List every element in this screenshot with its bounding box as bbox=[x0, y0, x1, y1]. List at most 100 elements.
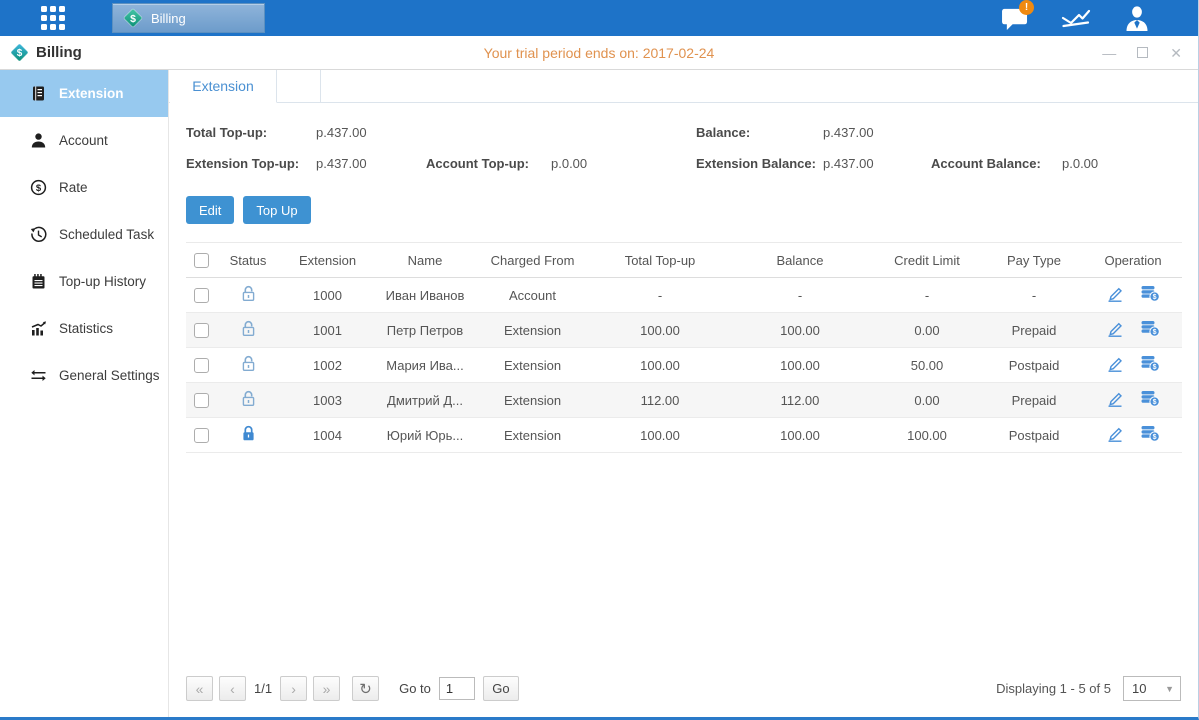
lock-open-icon bbox=[241, 285, 256, 302]
row-checkbox[interactable] bbox=[194, 323, 209, 338]
page-size-select[interactable]: 10 ▼ bbox=[1123, 676, 1181, 701]
user-account-icon[interactable] bbox=[1120, 4, 1154, 32]
cell-balance: 100.00 bbox=[730, 418, 870, 453]
svg-text:$: $ bbox=[130, 14, 136, 25]
edit-row-icon[interactable] bbox=[1106, 356, 1124, 372]
sidebar-item-label: Scheduled Task bbox=[59, 227, 154, 242]
topup-row-icon[interactable]: $ bbox=[1140, 425, 1160, 442]
taskbar-tab-label: Billing bbox=[151, 11, 186, 26]
cell-name: Петр Петров bbox=[375, 313, 475, 348]
edit-row-icon[interactable] bbox=[1106, 426, 1124, 442]
extension-topup-label: Extension Top-up: bbox=[186, 156, 316, 171]
cell-pay-type: Postpaid bbox=[984, 418, 1084, 453]
row-checkbox[interactable] bbox=[194, 393, 209, 408]
cell-balance: - bbox=[730, 278, 870, 313]
select-all-checkbox[interactable] bbox=[194, 253, 209, 268]
lock-closed-icon bbox=[241, 425, 256, 442]
displaying-text: Displaying 1 - 5 of 5 bbox=[996, 681, 1111, 696]
cell-balance: 112.00 bbox=[730, 383, 870, 418]
goto-page-input[interactable] bbox=[439, 677, 475, 700]
svg-text:$: $ bbox=[1153, 294, 1157, 301]
tab-divider bbox=[320, 70, 321, 103]
next-page-button[interactable]: › bbox=[280, 676, 307, 701]
cell-name: Юрий Юрь... bbox=[375, 418, 475, 453]
sidebar-item-account[interactable]: Account bbox=[0, 117, 168, 164]
edit-button[interactable]: Edit bbox=[186, 196, 234, 224]
row-checkbox[interactable] bbox=[194, 288, 209, 303]
dollar-circle-icon: $ bbox=[30, 179, 48, 197]
sidebar-item-label: Statistics bbox=[59, 321, 113, 336]
topup-row-icon[interactable]: $ bbox=[1140, 320, 1160, 337]
main-panel: Extension Total Top-up: p.437.00 Balance… bbox=[168, 70, 1198, 717]
billing-app-icon: $ bbox=[123, 8, 143, 28]
taskbar-billing-tab[interactable]: $ Billing bbox=[112, 3, 265, 33]
row-checkbox[interactable] bbox=[194, 358, 209, 373]
account-balance-value: p.0.00 bbox=[1062, 156, 1098, 171]
cell-charged-from: Account bbox=[475, 278, 590, 313]
account-balance-label: Account Balance: bbox=[931, 156, 1062, 171]
cell-total-topup: 100.00 bbox=[590, 418, 730, 453]
svg-text:$: $ bbox=[1153, 399, 1157, 406]
column-charged-from: Charged From bbox=[475, 243, 590, 278]
edit-row-icon[interactable] bbox=[1106, 286, 1124, 302]
sidebar-item-label: Top-up History bbox=[59, 274, 146, 289]
cell-total-topup: 112.00 bbox=[590, 383, 730, 418]
cell-pay-type: - bbox=[984, 278, 1084, 313]
extension-topup-value: p.437.00 bbox=[316, 156, 426, 171]
top-up-button[interactable]: Top Up bbox=[243, 196, 310, 224]
apps-menu-icon[interactable] bbox=[35, 6, 71, 30]
column-extension: Extension bbox=[280, 243, 375, 278]
edit-row-icon[interactable] bbox=[1106, 391, 1124, 407]
clock-refresh-icon bbox=[30, 226, 48, 244]
total-topup-label: Total Top-up: bbox=[186, 125, 316, 140]
sidebar-item-rate[interactable]: $ Rate bbox=[0, 164, 168, 211]
topup-row-icon[interactable]: $ bbox=[1140, 390, 1160, 407]
topup-row-icon[interactable]: $ bbox=[1140, 285, 1160, 302]
table-header-row: Status Extension Name Charged From Total… bbox=[186, 243, 1182, 278]
notification-badge: ! bbox=[1019, 0, 1034, 15]
notifications-icon[interactable]: ! bbox=[998, 4, 1032, 32]
sidebar-item-scheduled-task[interactable]: Scheduled Task bbox=[0, 211, 168, 258]
row-checkbox[interactable] bbox=[194, 428, 209, 443]
cell-total-topup: 100.00 bbox=[590, 313, 730, 348]
maximize-icon[interactable] bbox=[1137, 47, 1148, 58]
minimize-icon[interactable]: — bbox=[1102, 46, 1115, 60]
bar-chart-arrow-icon bbox=[30, 320, 48, 338]
extension-table: Status Extension Name Charged From Total… bbox=[186, 242, 1182, 453]
edit-row-icon[interactable] bbox=[1106, 321, 1124, 337]
page-indicator: 1/1 bbox=[254, 681, 272, 696]
cell-charged-from: Extension bbox=[475, 348, 590, 383]
column-credit-limit: Credit Limit bbox=[870, 243, 984, 278]
first-page-button[interactable]: « bbox=[186, 676, 213, 701]
cell-pay-type: Postpaid bbox=[984, 348, 1084, 383]
tab-extension[interactable]: Extension bbox=[170, 70, 277, 103]
lock-open-icon bbox=[241, 355, 256, 372]
topup-row-icon[interactable]: $ bbox=[1140, 355, 1160, 372]
column-operation: Operation bbox=[1084, 243, 1182, 278]
sidebar-item-general-settings[interactable]: General Settings bbox=[0, 352, 168, 399]
go-button[interactable]: Go bbox=[483, 676, 519, 701]
cell-extension: 1000 bbox=[280, 278, 375, 313]
cell-credit-limit: - bbox=[870, 278, 984, 313]
cell-extension: 1003 bbox=[280, 383, 375, 418]
refresh-icon[interactable]: ↻ bbox=[352, 676, 379, 701]
table-row: 1001Петр ПетровExtension100.00100.000.00… bbox=[186, 313, 1182, 348]
sidebar-item-extension[interactable]: Extension bbox=[0, 70, 168, 117]
sidebar-item-statistics[interactable]: Statistics bbox=[0, 305, 168, 352]
cell-name: Дмитрий Д... bbox=[375, 383, 475, 418]
last-page-button[interactable]: » bbox=[313, 676, 340, 701]
prev-page-button[interactable]: ‹ bbox=[219, 676, 246, 701]
sidebar: Extension Account $ Rate Scheduled Task bbox=[0, 70, 168, 717]
resource-monitor-icon[interactable] bbox=[1059, 4, 1093, 32]
svg-text:$: $ bbox=[1153, 329, 1157, 336]
pagination-bar: « ‹ 1/1 › » ↻ Go to Go Displaying 1 - 5 … bbox=[186, 676, 1181, 705]
table-row: 1003Дмитрий Д...Extension112.00112.000.0… bbox=[186, 383, 1182, 418]
billing-window: $ Billing ! bbox=[0, 0, 1199, 720]
balance-label: Balance: bbox=[696, 125, 823, 140]
cell-charged-from: Extension bbox=[475, 313, 590, 348]
chevron-down-icon: ▼ bbox=[1165, 684, 1174, 694]
page-size-value: 10 bbox=[1124, 681, 1165, 696]
close-icon[interactable]: ✕ bbox=[1170, 46, 1182, 60]
goto-label: Go to bbox=[399, 681, 431, 696]
sidebar-item-topup-history[interactable]: Top-up History bbox=[0, 258, 168, 305]
